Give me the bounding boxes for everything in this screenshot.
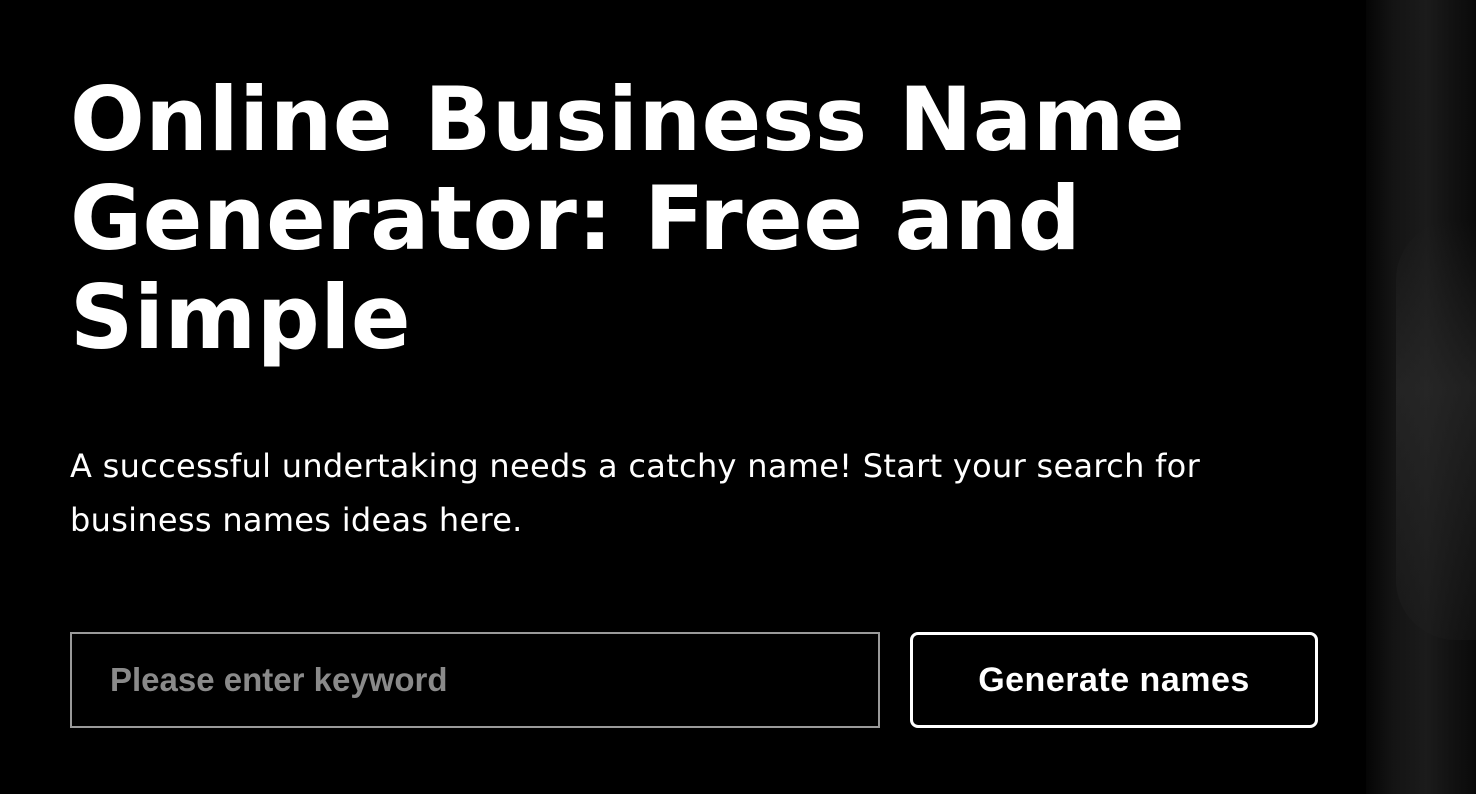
- hero-section: Online Business Name Generator: Free and…: [70, 70, 1330, 547]
- name-generator-form: Generate names: [70, 632, 1318, 728]
- page: Online Business Name Generator: Free and…: [0, 0, 1476, 794]
- generate-names-button[interactable]: Generate names: [910, 632, 1318, 728]
- background-photo-edge: [1366, 0, 1476, 794]
- background-photo-shade: [1396, 220, 1476, 640]
- keyword-input[interactable]: [70, 632, 880, 728]
- page-subtitle: A successful undertaking needs a catchy …: [70, 447, 1201, 539]
- page-title: Online Business Name Generator: Free and…: [70, 68, 1186, 369]
